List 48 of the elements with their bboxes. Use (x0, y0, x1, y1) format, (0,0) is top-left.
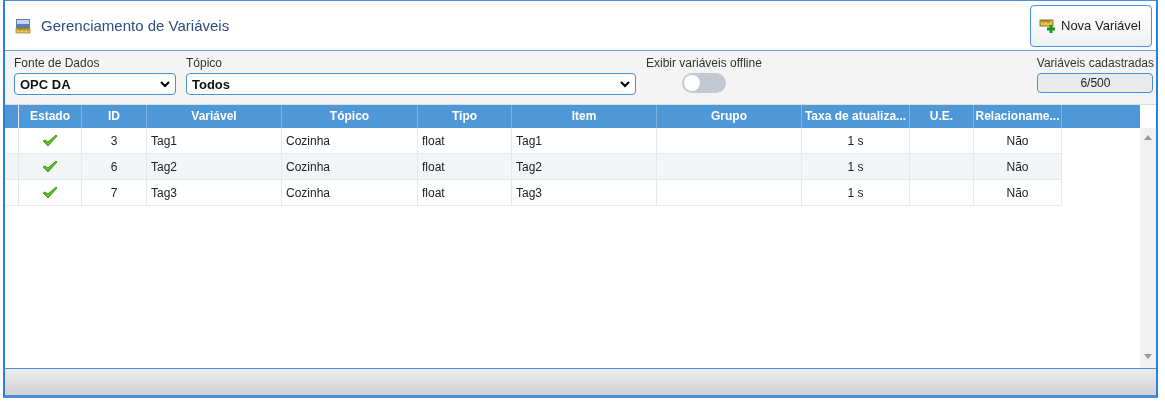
table-cell: float (418, 128, 512, 153)
scrollbar[interactable] (1140, 128, 1156, 368)
topic-label: Tópico (186, 56, 224, 70)
column-header[interactable]: Grupo (657, 105, 802, 128)
table-cell: Tag1 (512, 128, 657, 153)
table-cell: float (418, 180, 512, 205)
scroll-up-icon[interactable] (1144, 135, 1152, 140)
registered-label: Variáveis cadastradas (1036, 56, 1154, 70)
table-cell: Não (974, 128, 1062, 153)
column-header[interactable]: Tipo (418, 105, 512, 128)
ruler-window-icon (15, 17, 31, 34)
column-header[interactable]: Item (512, 105, 657, 128)
ruler-add-icon (1039, 17, 1057, 34)
table-cell: Cozinha (282, 154, 418, 179)
table-cell: 1 s (802, 128, 910, 153)
table-cell: Não (974, 154, 1062, 179)
chevron-down-icon (620, 80, 630, 88)
column-header[interactable]: Variável (147, 105, 282, 128)
offline-toggle[interactable] (682, 73, 726, 93)
table-cell: Tag2 (147, 154, 282, 179)
column-header[interactable]: ID (82, 105, 147, 128)
column-header[interactable]: U.E. (910, 105, 974, 128)
table-cell: float (418, 154, 512, 179)
column-header[interactable]: Relacioname... (974, 105, 1062, 128)
table-cell: Cozinha (282, 180, 418, 205)
table-cell: Tag3 (512, 180, 657, 205)
chevron-down-icon (160, 80, 170, 88)
table-cell: Tag1 (147, 128, 282, 153)
registered-count: 6/500 (1037, 73, 1154, 93)
scroll-down-icon[interactable] (1144, 354, 1152, 359)
data-source-label: Fonte de Dados (14, 56, 101, 70)
window-title: Gerenciamento de Variáveis (41, 17, 230, 34)
column-header[interactable]: Taxa de atualiza... (802, 105, 910, 128)
column-header[interactable]: Tópico (282, 105, 418, 128)
column-header[interactable]: Estado (19, 105, 82, 128)
new-variable-button[interactable]: Nova Variável (1030, 4, 1152, 47)
table-cell: Não (974, 180, 1062, 205)
table-cell: Tag2 (512, 154, 657, 179)
offline-toggle-label: Exibir variáveis offline (646, 56, 762, 70)
table-cell: 1 s (802, 154, 910, 179)
table-cell: 7 (82, 180, 147, 205)
topic-dropdown[interactable]: Todos (186, 73, 636, 95)
data-source-dropdown[interactable]: OPC DA (14, 73, 176, 95)
table-cell: 3 (82, 128, 147, 153)
table-cell: Tag3 (147, 180, 282, 205)
table-cell: 6 (82, 154, 147, 179)
table-cell: 1 s (802, 180, 910, 205)
table-cell: Cozinha (282, 128, 418, 153)
